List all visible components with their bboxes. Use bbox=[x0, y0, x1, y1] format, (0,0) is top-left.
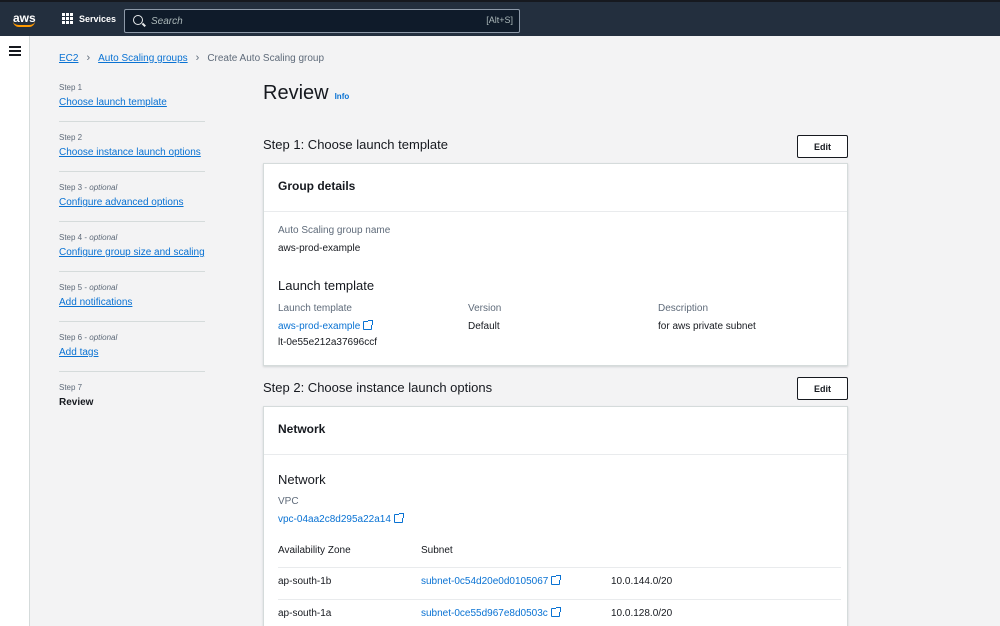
search-icon bbox=[133, 15, 143, 25]
step-number: Step 1 bbox=[59, 83, 83, 92]
breadcrumb: EC2 › Auto Scaling groups › Create Auto … bbox=[59, 52, 324, 64]
grid-icon bbox=[62, 13, 73, 24]
launch-template-label: Launch template bbox=[278, 303, 352, 314]
aws-logo[interactable]: aws bbox=[13, 9, 37, 31]
page-title-text: Review bbox=[263, 82, 329, 104]
vpc-label: VPC bbox=[278, 496, 299, 507]
step-item-5: Step 5 - optional Add notifications bbox=[59, 282, 205, 322]
breadcrumb-current: Create Auto Scaling group bbox=[207, 52, 325, 64]
version-label: Version bbox=[468, 303, 502, 314]
step-number: Step 3 - optional bbox=[59, 183, 118, 192]
wizard-steps: Step 1 Choose launch template Step 2 Cho… bbox=[59, 82, 205, 431]
vpc-link-wrap: vpc-04aa2c8d295a22a14 bbox=[278, 513, 404, 525]
step-item-2: Step 2 Choose instance launch options bbox=[59, 132, 205, 172]
step-link-configure-group-size[interactable]: Configure group size and scaling bbox=[59, 244, 205, 261]
step-item-3: Step 3 - optional Configure advanced opt… bbox=[59, 182, 205, 222]
step-number: Step 7 bbox=[59, 383, 83, 392]
network-panel: Network Network VPC vpc-04aa2c8d295a22a1… bbox=[263, 406, 848, 626]
group-details-panel: Group details Auto Scaling group name aw… bbox=[263, 163, 848, 366]
external-link-icon[interactable] bbox=[550, 607, 561, 617]
panel-title: Group details bbox=[264, 164, 847, 212]
top-navigation: aws Services [Alt+S] bbox=[0, 0, 1000, 36]
page-title: Review Info bbox=[263, 82, 349, 105]
breadcrumb-ec2[interactable]: EC2 bbox=[59, 53, 78, 64]
step1-heading: Step 1: Choose launch template bbox=[263, 137, 449, 152]
row-subnet-wrap: subnet-0c54d20e0d0105067 bbox=[421, 575, 562, 587]
search-input[interactable] bbox=[151, 13, 451, 29]
breadcrumb-auto-scaling-groups[interactable]: Auto Scaling groups bbox=[98, 53, 188, 64]
row-subnet-wrap: subnet-0ce55d967e8d0503c bbox=[421, 607, 561, 619]
info-link[interactable]: Info bbox=[335, 92, 350, 101]
step-link-choose-launch-template[interactable]: Choose launch template bbox=[59, 94, 205, 111]
table-header-subnet: Subnet bbox=[421, 545, 453, 556]
chevron-right-icon: › bbox=[86, 52, 91, 64]
launch-template-link[interactable]: aws-prod-example bbox=[278, 321, 360, 332]
divider bbox=[278, 567, 841, 568]
chevron-right-icon: › bbox=[195, 52, 200, 64]
step-number: Step 4 - optional bbox=[59, 233, 118, 242]
external-link-icon[interactable] bbox=[393, 513, 404, 523]
external-link-icon[interactable] bbox=[363, 320, 374, 330]
search-bar[interactable]: [Alt+S] bbox=[124, 9, 520, 33]
step-number: Step 5 - optional bbox=[59, 283, 118, 292]
search-shortcut: [Alt+S] bbox=[486, 15, 513, 25]
step-item-7: Step 7 Review bbox=[59, 382, 205, 421]
row-az: ap-south-1b bbox=[278, 576, 332, 587]
launch-template-id: lt-0e55e212a37696ccf bbox=[278, 337, 377, 348]
version-value: Default bbox=[468, 321, 500, 332]
step-link-configure-advanced-options[interactable]: Configure advanced options bbox=[59, 194, 205, 211]
panel-title: Network bbox=[264, 407, 847, 455]
step2-edit-button[interactable]: Edit bbox=[797, 377, 848, 400]
description-value: for aws private subnet bbox=[658, 321, 756, 332]
hamburger-menu-icon[interactable] bbox=[9, 46, 21, 56]
launch-template-heading: Launch template bbox=[278, 278, 375, 293]
step-link-choose-instance-launch-options[interactable]: Choose instance launch options bbox=[59, 144, 205, 161]
external-link-icon[interactable] bbox=[551, 575, 562, 585]
row-az: ap-south-1a bbox=[278, 608, 332, 619]
step1-edit-button[interactable]: Edit bbox=[797, 135, 848, 158]
divider bbox=[278, 599, 841, 600]
launch-template-link-wrap: aws-prod-example bbox=[278, 320, 374, 332]
asg-name-value: aws-prod-example bbox=[278, 243, 361, 254]
step2-heading: Step 2: Choose instance launch options bbox=[263, 380, 493, 395]
step-item-1: Step 1 Choose launch template bbox=[59, 82, 205, 122]
row-cidr: 10.0.128.0/20 bbox=[611, 608, 673, 619]
description-label: Description bbox=[658, 303, 709, 314]
subnet-link[interactable]: subnet-0ce55d967e8d0503c bbox=[421, 608, 548, 619]
step-current-review: Review bbox=[59, 397, 94, 408]
step-number: Step 6 - optional bbox=[59, 333, 118, 342]
step-item-6: Step 6 - optional Add tags bbox=[59, 332, 205, 372]
aws-smile-icon bbox=[13, 21, 35, 27]
network-subheading: Network bbox=[278, 472, 326, 487]
step-item-4: Step 4 - optional Configure group size a… bbox=[59, 232, 205, 272]
services-menu-button[interactable]: Services bbox=[62, 13, 116, 24]
step-number: Step 2 bbox=[59, 133, 83, 142]
side-navigation-strip bbox=[0, 36, 30, 626]
table-header-az: Availability Zone bbox=[278, 545, 351, 556]
asg-name-label: Auto Scaling group name bbox=[278, 225, 391, 236]
subnet-link[interactable]: subnet-0c54d20e0d0105067 bbox=[421, 576, 548, 587]
step-link-add-tags[interactable]: Add tags bbox=[59, 344, 205, 361]
row-cidr: 10.0.144.0/20 bbox=[611, 576, 673, 587]
vpc-link[interactable]: vpc-04aa2c8d295a22a14 bbox=[278, 514, 391, 525]
services-label: Services bbox=[79, 13, 117, 24]
step-link-add-notifications[interactable]: Add notifications bbox=[59, 294, 205, 311]
